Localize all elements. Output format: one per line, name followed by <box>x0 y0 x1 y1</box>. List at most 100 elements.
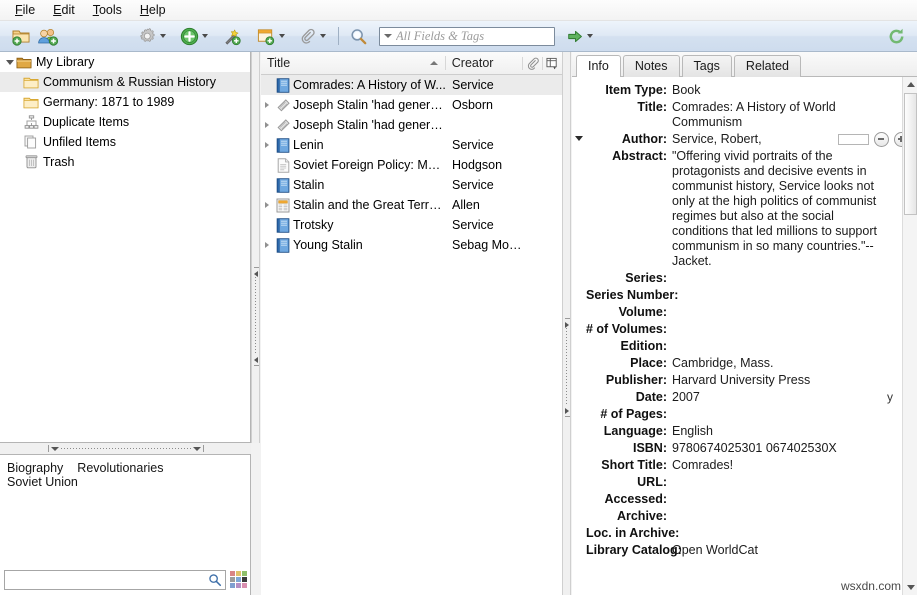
new-collection-button[interactable] <box>8 23 34 49</box>
field-value[interactable]: "Offering vivid portraits of the protago… <box>672 149 887 269</box>
tag-selector[interactable]: Biography Revolutionaries Soviet Union <box>0 454 251 595</box>
add-attachment-caret-icon[interactable] <box>320 34 326 38</box>
author-switch-mode-input[interactable] <box>838 134 869 145</box>
column-header-creator[interactable]: Creator <box>445 56 523 70</box>
collections-tags-splitter[interactable] <box>0 443 251 454</box>
table-row[interactable]: Lenin Service <box>261 135 562 155</box>
new-item-button[interactable] <box>177 23 213 49</box>
field-value[interactable]: Service, Robert, <box>672 132 768 147</box>
field-value[interactable]: Cambridge, Mass. <box>672 356 917 371</box>
search-icon <box>349 27 368 46</box>
field-value[interactable]: 9780674025301 067402530X <box>672 441 917 456</box>
tab-related[interactable]: Related <box>734 55 801 77</box>
actions-caret-icon[interactable] <box>160 34 166 38</box>
info-scrollbar[interactable] <box>902 77 917 595</box>
tag-filter-input[interactable] <box>5 570 208 589</box>
sidebar-item-duplicate-items[interactable]: Duplicate Items <box>0 112 250 132</box>
sidebar-label: My Library <box>33 55 94 69</box>
row-twisty[interactable] <box>261 202 273 208</box>
tag-color-settings-button[interactable] <box>229 571 247 589</box>
menu-bar: File Edit Tools Help <box>0 0 917 21</box>
field-number-of-volumes: # of Volumes: <box>572 321 917 338</box>
menu-edit[interactable]: Edit <box>44 1 84 20</box>
actions-button[interactable] <box>135 23 171 49</box>
new-note-button[interactable] <box>253 23 290 49</box>
table-row[interactable]: Trotsky Service <box>261 215 562 235</box>
field-place: Place: Cambridge, Mass. <box>572 355 917 372</box>
scroll-up-arrow-icon[interactable] <box>903 77 917 92</box>
menu-help[interactable]: Help <box>131 1 175 20</box>
twisty-open-icon[interactable] <box>4 60 15 65</box>
items-pane[interactable]: Title Creator <box>261 52 562 595</box>
field-label: Short Title: <box>586 458 672 473</box>
locate-caret-icon[interactable] <box>587 34 593 38</box>
scroll-down-arrow-icon[interactable] <box>903 580 917 595</box>
sidebar-item-my-library[interactable]: My Library <box>0 52 250 72</box>
scrollbar-thumb[interactable] <box>904 93 917 215</box>
items-list[interactable]: Comrades: A History of W... Service Jose… <box>261 75 562 255</box>
new-note-caret-icon[interactable] <box>279 34 285 38</box>
row-twisty[interactable] <box>261 142 273 148</box>
column-picker-button[interactable] <box>542 57 562 70</box>
add-attachment-button[interactable] <box>296 23 331 49</box>
tab-info[interactable]: Info <box>576 55 621 78</box>
search-icon[interactable] <box>208 573 222 587</box>
item-details-pane[interactable]: Info Notes Tags Related Item Type: Book … <box>572 52 917 595</box>
row-twisty[interactable] <box>261 102 273 108</box>
remove-creator-button[interactable] <box>874 132 889 147</box>
field-value[interactable]: Open WorldCat <box>672 543 917 558</box>
table-row[interactable]: Soviet Foreign Policy: Men... Hodgson <box>261 155 562 175</box>
duplicates-icon <box>22 115 40 129</box>
item-title: Joseph Stalin 'had generati... <box>293 98 446 112</box>
menu-tools[interactable]: Tools <box>84 1 131 20</box>
column-header-title[interactable]: Title <box>261 56 445 70</box>
tag-biography[interactable]: Biography <box>7 461 63 475</box>
item-creator: Osborn <box>446 98 526 112</box>
sidebar-item-trash[interactable]: Trash <box>0 152 250 172</box>
locate-button[interactable] <box>564 23 598 49</box>
tag-soviet-union[interactable]: Soviet Union <box>7 475 78 489</box>
table-row[interactable]: Stalin and the Great Terror... Allen <box>261 195 562 215</box>
items-info-splitter[interactable] <box>562 52 571 595</box>
sidebar-item-germany-1871-to-1989[interactable]: Germany: 1871 to 1989 <box>0 92 250 112</box>
field-value[interactable]: Comrades! <box>672 458 917 473</box>
tab-notes[interactable]: Notes <box>623 55 680 77</box>
field-value[interactable]: English <box>672 424 917 439</box>
tab-tags[interactable]: Tags <box>682 55 732 77</box>
author-expander-icon[interactable] <box>572 132 586 141</box>
tag-revolutionaries[interactable]: Revolutionaries <box>77 461 163 475</box>
newspaper-clip-icon <box>273 98 293 112</box>
menu-file[interactable]: File <box>6 1 44 20</box>
row-twisty[interactable] <box>261 122 273 128</box>
collections-items-splitter[interactable] <box>251 52 260 443</box>
item-creator: Service <box>446 138 526 152</box>
sync-button[interactable] <box>884 23 909 49</box>
table-row[interactable]: Joseph Stalin 'had generati... Osborn <box>261 95 562 115</box>
field-value[interactable]: Book <box>672 83 917 98</box>
table-row[interactable]: Stalin Service <box>261 175 562 195</box>
search-mode-caret-icon[interactable] <box>380 34 396 38</box>
toolbar-separator <box>338 27 339 45</box>
sidebar-item-communism-russian-history[interactable]: Communism & Russian History <box>0 72 250 92</box>
field-value[interactable]: 2007 <box>672 390 917 405</box>
add-by-identifier-button[interactable] <box>219 23 245 49</box>
advanced-search-button[interactable] <box>346 23 371 49</box>
column-header-attachment[interactable] <box>522 57 542 70</box>
quick-search-box[interactable] <box>379 27 555 46</box>
collections-pane[interactable]: My Library Communism & Russian History G… <box>0 52 251 443</box>
item-title: Joseph Stalin 'had generati... <box>293 118 446 132</box>
table-row[interactable]: Joseph Stalin 'had generati... <box>261 115 562 135</box>
new-group-button[interactable] <box>34 23 62 49</box>
info-fields-list[interactable]: Item Type: Book Title: Comrades: A Histo… <box>572 77 917 595</box>
field-value[interactable]: Comrades: A History of World Communism <box>672 100 884 130</box>
field-value[interactable]: Harvard University Press <box>672 373 917 388</box>
field-label: Language: <box>586 424 672 439</box>
search-input[interactable] <box>396 29 554 44</box>
field-isbn: ISBN: 9780674025301 067402530X <box>572 440 917 457</box>
table-row[interactable]: Young Stalin Sebag Monte... <box>261 235 562 255</box>
table-row[interactable]: Comrades: A History of W... Service <box>261 75 562 95</box>
tag-filter-box[interactable] <box>4 570 226 590</box>
sidebar-item-unfiled-items[interactable]: Unfiled Items <box>0 132 250 152</box>
row-twisty[interactable] <box>261 242 273 248</box>
new-item-caret-icon[interactable] <box>202 34 208 38</box>
